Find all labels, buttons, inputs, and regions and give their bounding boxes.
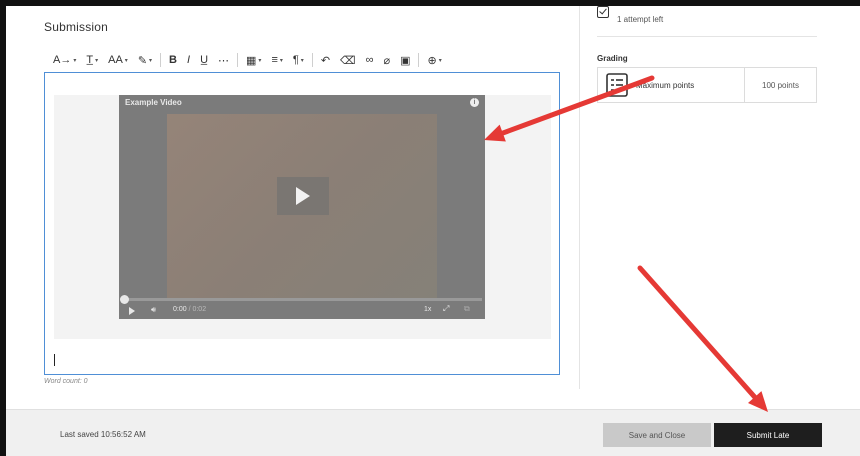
more-icon[interactable]: ⋯ [213, 49, 234, 71]
volume-icon[interactable]: 🔊︎ [151, 305, 156, 315]
chevron-down-icon: ▾ [300, 57, 304, 64]
fullscreen-icon[interactable]: ⤢ [443, 304, 449, 314]
link-icon-glyph: ∞ [365, 54, 374, 66]
last-saved-status: Last saved 10:56:52 AM [60, 430, 146, 439]
editor-toolbar: A→ ▾ T̲ ▾ AΑ ▾ ✎ ▾ B I U̲ ⋯ ▦ ▾ ≡ ▾ ¶ ▾ ↶ ⌫ ∞ ⌀ ▣ ⊕ ▾ [44, 49, 560, 71]
paragraph-icon[interactable]: ¶ ▾ [288, 49, 309, 71]
more-icon-glyph: ⋯ [218, 54, 230, 67]
toolbar-separator [237, 53, 239, 67]
link-icon[interactable]: ∞ [361, 49, 379, 71]
chevron-down-icon: ▾ [149, 57, 153, 64]
video-time: 0:00 / 0:02 [173, 306, 206, 313]
underline-icon-glyph: U̲ [200, 54, 209, 66]
chevron-down-icon: ▾ [258, 57, 262, 64]
attempts-left: 1 attempt left [617, 15, 664, 24]
image-icon[interactable]: ▣ [395, 49, 415, 71]
align-icon-glyph: ≡ [271, 54, 278, 66]
info-icon[interactable]: i [470, 98, 479, 107]
picture-in-picture-icon[interactable]: ⧉ [464, 304, 470, 314]
toolbar-separator [418, 53, 420, 67]
attempts-check-icon [597, 6, 609, 18]
chevron-down-icon: ▾ [73, 57, 77, 64]
undo-icon-glyph: ↶ [320, 54, 331, 67]
chevron-down-icon: ▾ [279, 57, 283, 64]
undo-icon[interactable]: ↶ [316, 49, 335, 71]
paragraph-style-icon[interactable]: A→ ▾ [48, 49, 81, 71]
text-color-icon[interactable]: ✎ ▾ [133, 49, 157, 71]
grading-heading: Grading [597, 54, 628, 63]
play-icon [296, 187, 310, 205]
image-icon-glyph: ▣ [400, 54, 411, 67]
table-icon[interactable]: ▦ ▾ [241, 49, 266, 71]
submission-heading: Submission [44, 20, 109, 34]
chevron-down-icon: ▾ [438, 57, 442, 64]
chevron-down-icon: ▾ [124, 57, 128, 64]
control-play-icon[interactable] [129, 307, 135, 315]
toolbar-separator [160, 53, 162, 67]
window-border-top [0, 0, 860, 6]
grading-panel: Maximum points 100 points [597, 67, 817, 103]
window-border-left [0, 0, 6, 456]
max-points-cell[interactable]: Maximum points [598, 68, 745, 102]
save-and-close-button[interactable]: Save and Close [603, 423, 711, 447]
time-current: 0:00 [173, 306, 187, 313]
italic-icon[interactable]: I [182, 49, 195, 71]
text-format-icon[interactable]: T̲ ▾ [81, 49, 103, 71]
text-color-icon-glyph: ✎ [137, 54, 148, 67]
attach-icon-glyph: ⌀ [383, 54, 391, 67]
word-count: Word count: 0 [44, 378, 88, 385]
text-cursor [54, 354, 55, 366]
time-duration: / 0:02 [188, 306, 207, 313]
rubric-icon [606, 73, 628, 97]
attach-icon[interactable]: ⌀ [378, 49, 395, 71]
video-control-bar: 🔊︎ 0:00 / 0:02 1x ⤢ ⧉ [119, 303, 485, 319]
play-button[interactable] [277, 177, 329, 215]
submit-late-button[interactable]: Submit Late [714, 423, 822, 447]
video-title: Example Video [125, 98, 182, 107]
font-size-icon-glyph: AΑ [108, 54, 123, 66]
footer-bar: Last saved 10:56:52 AM Save and Close Su… [6, 409, 860, 456]
playback-speed-button[interactable]: 1x [424, 306, 431, 313]
underline-icon[interactable]: U̲ [195, 49, 213, 71]
bold-icon-glyph: B [169, 54, 177, 66]
insert-icon-glyph: ⊕ [427, 54, 437, 67]
insert-icon[interactable]: ⊕ ▾ [422, 49, 446, 71]
assessment-page: Submission A→ ▾ T̲ ▾ AΑ ▾ ✎ ▾ B I U̲ ⋯ ▦ ▾ ≡ ▾ ¶ ▾ ↶ ⌫ ∞ ⌀ ▣ ⊕ ▾… [0, 0, 860, 456]
text-format-icon-glyph: T̲ [86, 54, 94, 66]
sidebar-divider [597, 36, 817, 37]
submission-editor[interactable]: Example Video i 🔊︎ 0:00 / 0:02 1x ⤢ ⧉ [44, 72, 560, 375]
italic-icon-glyph: I [187, 54, 191, 66]
points-value: 100 points [762, 80, 799, 90]
column-divider [579, 6, 580, 389]
align-icon[interactable]: ≡ ▾ [266, 49, 287, 71]
chevron-down-icon: ▾ [95, 57, 99, 64]
eraser-icon-glyph: ⌫ [340, 54, 356, 67]
toolbar-separator [311, 53, 313, 67]
embedded-video-player[interactable]: Example Video i 🔊︎ 0:00 / 0:02 1x ⤢ ⧉ [119, 95, 485, 319]
paragraph-icon-glyph: ¶ [292, 54, 299, 66]
max-points-label: Maximum points [636, 81, 695, 90]
video-progress-bar[interactable] [120, 295, 482, 304]
font-size-icon[interactable]: AΑ ▾ [103, 49, 133, 71]
table-icon-glyph: ▦ [246, 54, 257, 67]
bold-icon[interactable]: B [164, 49, 182, 71]
annotation-arrow-submit [637, 265, 768, 412]
eraser-icon[interactable]: ⌫ [335, 49, 361, 71]
paragraph-style-icon-glyph: A→ [53, 54, 72, 66]
